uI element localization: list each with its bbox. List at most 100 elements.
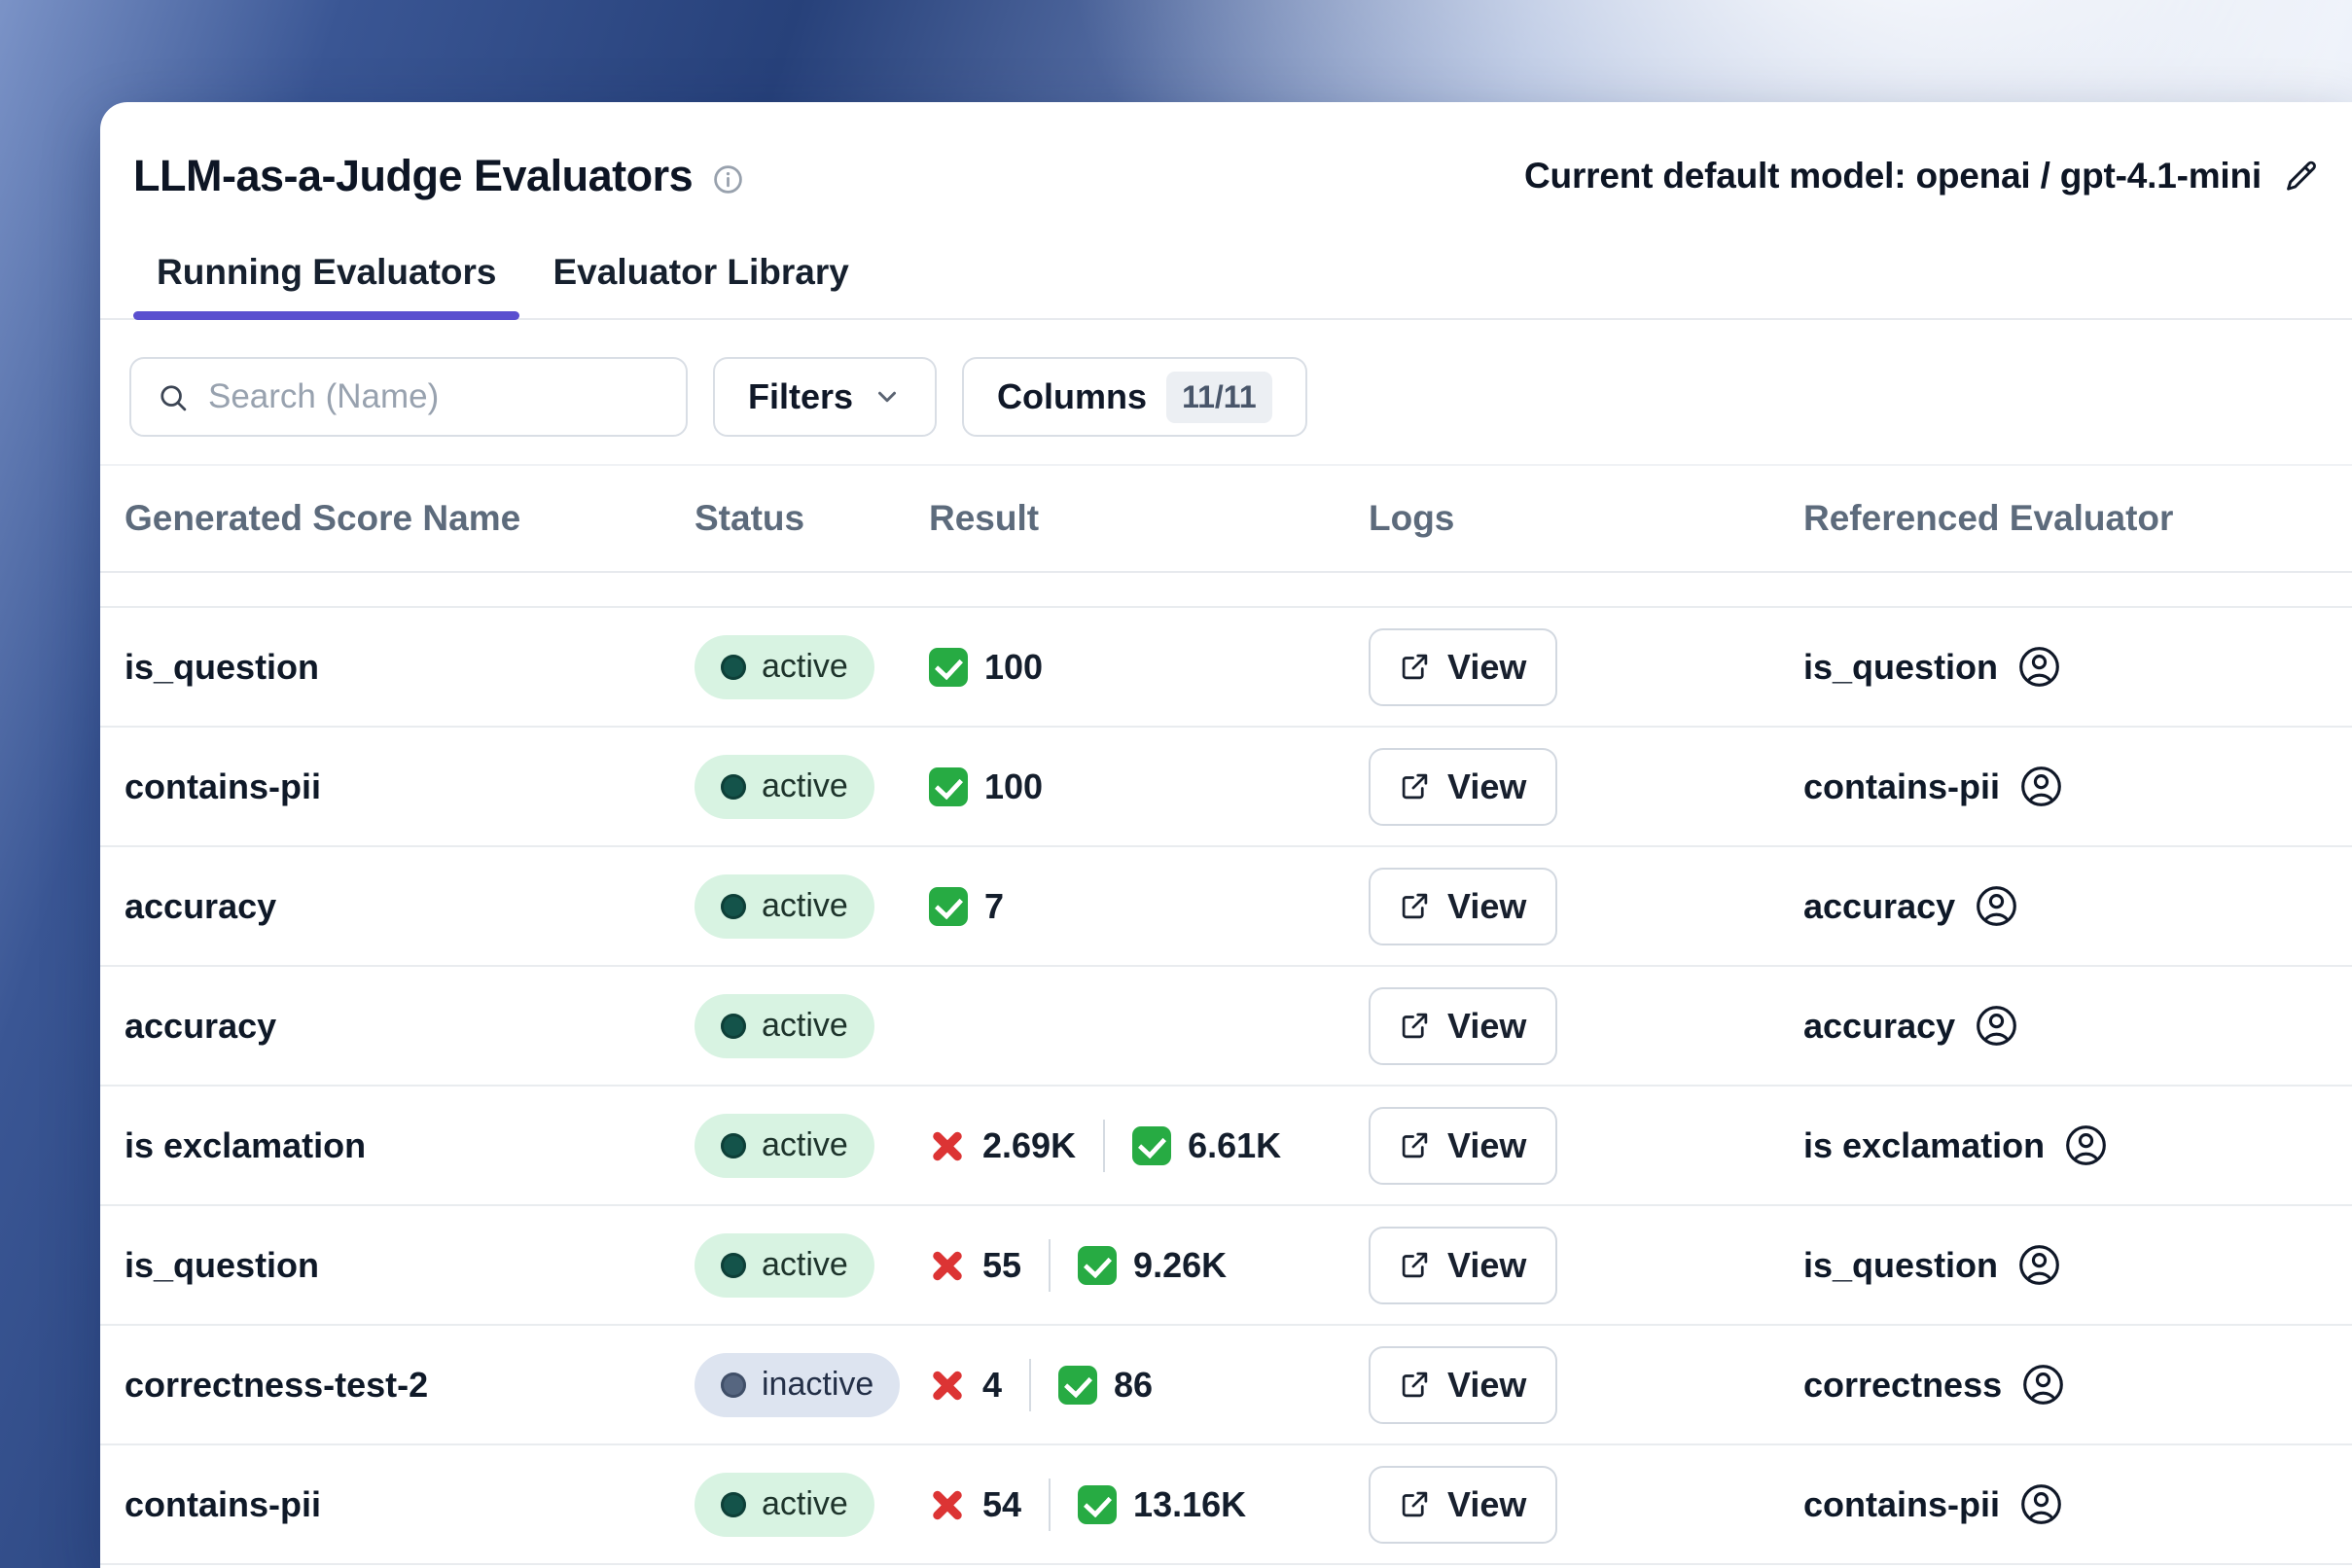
status-badge: active <box>695 874 874 939</box>
search-icon <box>157 381 189 413</box>
partially-scrolled-row <box>100 573 2352 608</box>
view-logs-button[interactable]: View <box>1369 868 1557 945</box>
table-header: Generated Score Name Status Result Logs … <box>100 464 2352 573</box>
table-row[interactable]: is_question active 100 <box>100 608 2352 728</box>
result-separator <box>1049 1239 1051 1292</box>
status-cell: active <box>695 635 929 699</box>
search-input[interactable] <box>208 377 660 416</box>
score-name: contains-pii <box>125 1484 321 1524</box>
fail-count: 55 <box>982 1245 1021 1286</box>
status-cell: active <box>695 755 929 819</box>
evaluator-avatar-icon <box>2018 1481 2064 1527</box>
result-cell: 7 <box>929 886 1369 927</box>
referenced-evaluator-name: is_question <box>1803 647 1998 688</box>
status-dot-icon <box>721 1253 746 1278</box>
evaluator-avatar-icon <box>1974 1003 2019 1049</box>
pass-check-icon <box>1058 1366 1097 1405</box>
view-logs-label: View <box>1447 1365 1526 1406</box>
status-badge: active <box>695 1233 874 1298</box>
evaluator-avatar-icon <box>2020 1362 2066 1408</box>
referenced-evaluator-cell: is_question <box>1803 644 2323 690</box>
referenced-evaluator-name: correctness <box>1803 1365 2002 1406</box>
default-model-wrap: Current default model: openai / gpt-4.1-… <box>1524 156 2319 196</box>
status-label: active <box>762 1007 848 1045</box>
pass-check-icon <box>929 648 968 687</box>
view-logs-label: View <box>1447 1006 1526 1047</box>
external-link-icon <box>1400 1489 1430 1519</box>
table-row[interactable]: correctness-test-2 inactive 4 86 <box>100 1326 2352 1445</box>
result-cell: 55 9.26K <box>929 1239 1369 1292</box>
view-logs-button[interactable]: View <box>1369 628 1557 706</box>
status-label: inactive <box>762 1366 873 1404</box>
referenced-evaluator-cell: is_question <box>1803 1242 2323 1288</box>
info-icon[interactable] <box>712 163 744 196</box>
status-label: active <box>762 887 848 925</box>
pass-result: 7 <box>929 886 1004 927</box>
pass-result: 9.26K <box>1078 1245 1227 1286</box>
view-logs-label: View <box>1447 1245 1526 1286</box>
fail-result: 54 <box>929 1484 1021 1525</box>
columns-button[interactable]: Columns 11/11 <box>962 357 1307 437</box>
edit-model-icon[interactable] <box>2283 159 2319 195</box>
fail-cross-icon <box>929 1127 966 1164</box>
logs-cell: View <box>1369 987 1803 1065</box>
status-label: active <box>762 1126 848 1164</box>
table-row[interactable]: accuracy active 7 <box>100 847 2352 967</box>
status-badge: active <box>695 1114 874 1178</box>
score-name: accuracy <box>125 886 276 926</box>
result-separator <box>1103 1120 1105 1172</box>
referenced-evaluator-name: accuracy <box>1803 886 1955 927</box>
table-row[interactable]: contains-pii active 100 <box>100 728 2352 847</box>
external-link-icon <box>1400 652 1430 682</box>
view-logs-button[interactable]: View <box>1369 1466 1557 1544</box>
columns-button-label: Columns <box>997 376 1147 417</box>
status-dot-icon <box>721 1133 746 1158</box>
view-logs-button[interactable]: View <box>1369 987 1557 1065</box>
status-dot-icon <box>721 1014 746 1039</box>
referenced-evaluator-cell: correctness <box>1803 1362 2323 1408</box>
status-dot-icon <box>721 655 746 680</box>
view-logs-button[interactable]: View <box>1369 1107 1557 1185</box>
status-cell: active <box>695 1114 929 1178</box>
score-name: correctness-test-2 <box>125 1365 428 1405</box>
filters-button[interactable]: Filters <box>713 357 937 437</box>
search-input-wrapper <box>129 357 688 437</box>
status-badge: inactive <box>695 1353 900 1417</box>
pass-count: 100 <box>984 766 1043 807</box>
score-name: is_question <box>125 1245 319 1285</box>
fail-result: 2.69K <box>929 1125 1076 1166</box>
column-header-logs: Logs <box>1369 498 1803 539</box>
status-dot-icon <box>721 1492 746 1517</box>
status-cell: active <box>695 994 929 1058</box>
pass-result: 100 <box>929 766 1043 807</box>
table-row[interactable]: is_question active 55 9.26K <box>100 1206 2352 1326</box>
view-logs-button[interactable]: View <box>1369 1227 1557 1304</box>
fail-count: 2.69K <box>982 1125 1076 1166</box>
fail-result: 4 <box>929 1365 1002 1406</box>
evaluator-avatar-icon <box>2063 1123 2109 1168</box>
fail-result: 55 <box>929 1245 1021 1286</box>
external-link-icon <box>1400 771 1430 802</box>
status-badge: active <box>695 755 874 819</box>
referenced-evaluator-cell: contains-pii <box>1803 1481 2323 1527</box>
table-row[interactable]: is exclamation active 2.69K 6.61K <box>100 1087 2352 1206</box>
pass-count: 13.16K <box>1133 1484 1246 1525</box>
tab-running-evaluators[interactable]: Running Evaluators <box>133 240 519 318</box>
table-row[interactable]: accuracy active View <box>100 967 2352 1087</box>
logs-cell: View <box>1369 1466 1803 1544</box>
status-label: active <box>762 648 848 686</box>
status-badge: active <box>695 1473 874 1537</box>
fail-cross-icon <box>929 1247 966 1284</box>
view-logs-button[interactable]: View <box>1369 748 1557 826</box>
column-header-result: Result <box>929 498 1369 539</box>
pass-check-icon <box>1078 1246 1117 1285</box>
referenced-evaluator-name: contains-pii <box>1803 1484 2000 1525</box>
evaluator-avatar-icon <box>1974 883 2019 929</box>
status-cell: active <box>695 1233 929 1298</box>
view-logs-button[interactable]: View <box>1369 1346 1557 1424</box>
view-logs-label: View <box>1447 766 1526 807</box>
chevron-down-icon <box>873 382 902 411</box>
tab-evaluator-library[interactable]: Evaluator Library <box>529 240 872 318</box>
table-row[interactable]: contains-pii active 54 13.16K <box>100 1445 2352 1565</box>
score-name: contains-pii <box>125 766 321 806</box>
